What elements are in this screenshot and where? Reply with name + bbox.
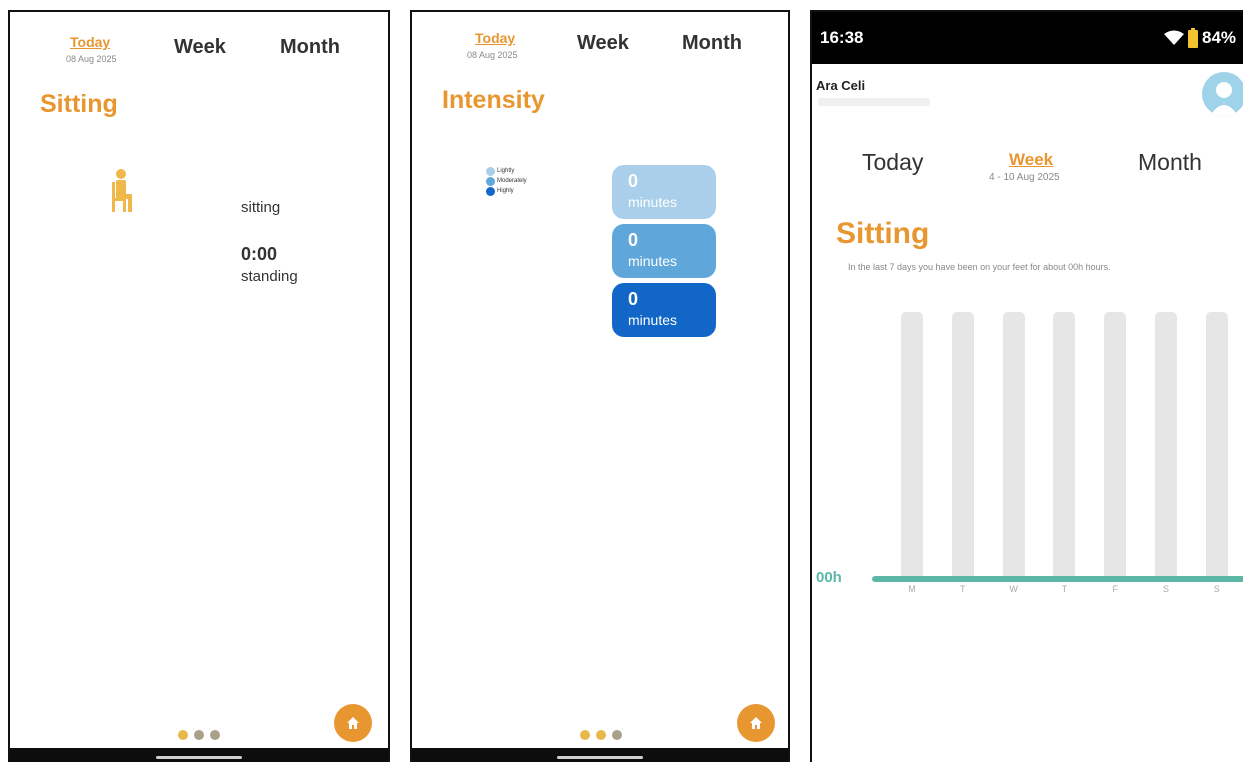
lightly-unit: minutes <box>628 194 678 210</box>
day-tick-label: T <box>960 584 966 594</box>
day-tick-label: F <box>1112 584 1118 594</box>
baseline-label: 00h <box>816 569 842 586</box>
period-tabs: Today 08 Aug 2025 Week Month <box>10 34 388 74</box>
status-time: 16:38 <box>820 28 864 47</box>
period-tabs: Today 08 Aug 2025 Week Month <box>412 30 788 70</box>
home-indicator[interactable] <box>156 756 242 759</box>
tab-month[interactable]: Month <box>1138 149 1202 176</box>
home-button[interactable] <box>737 704 775 742</box>
intensity-today-screen: Today 08 Aug 2025 Week Month Intensity L… <box>410 10 790 762</box>
home-indicator[interactable] <box>557 756 643 759</box>
user-detail-blurred <box>818 98 930 106</box>
bar-track <box>951 312 974 576</box>
page-indicator <box>580 730 622 740</box>
tab-today[interactable]: Today <box>475 30 515 46</box>
day-tick-label: S <box>1162 584 1169 594</box>
user-name: Ara Celi <box>816 78 866 93</box>
page-dot[interactable] <box>596 730 606 740</box>
home-button[interactable] <box>334 704 372 742</box>
highly-unit: minutes <box>628 312 678 328</box>
tab-month[interactable]: Month <box>682 32 742 55</box>
bar-track <box>1205 312 1228 576</box>
moderately-value: 0 <box>628 230 639 250</box>
day-tick-label: T <box>1061 584 1068 594</box>
standing-value: 0:00 <box>241 244 278 264</box>
tab-week[interactable]: Week <box>577 32 629 55</box>
status-bar: 16:38 84% <box>812 12 1243 64</box>
wifi-icon <box>1164 30 1184 45</box>
page-dot[interactable] <box>178 730 188 740</box>
legend-item: Highly <box>486 186 527 196</box>
page-indicator <box>178 730 220 740</box>
avatar[interactable] <box>1202 72 1243 116</box>
legend-item: Moderately <box>486 176 527 186</box>
page-title: Sitting <box>40 90 118 118</box>
baseline-bar <box>872 576 1243 582</box>
page-dot[interactable] <box>580 730 590 740</box>
tab-week[interactable]: Week <box>1009 150 1053 170</box>
page-dot[interactable] <box>194 730 204 740</box>
sitting-person-icon <box>110 168 136 221</box>
home-icon <box>750 717 762 729</box>
system-nav-bar <box>412 748 788 762</box>
page-title: Intensity <box>442 86 545 114</box>
moderately-unit: minutes <box>628 253 678 269</box>
sitting-today-screen: Today 08 Aug 2025 Week Month Sitting sit… <box>8 10 390 762</box>
tab-today[interactable]: Today <box>862 149 923 176</box>
legend-swatch <box>486 166 495 176</box>
bar-track <box>1155 312 1177 576</box>
battery-percent: 84% <box>1202 28 1237 47</box>
day-tick-label: M <box>908 584 916 594</box>
summary-text: In the last 7 days you have been on your… <box>848 262 1111 272</box>
bar-track <box>901 312 923 576</box>
week-range: 4 - 10 Aug 2025 <box>989 172 1060 183</box>
legend-label: Moderately <box>497 178 527 184</box>
intensity-legend: Lightly Moderately Highly <box>486 166 527 196</box>
highly-minutes-card: 0 minutes <box>612 283 716 337</box>
highly-value: 0 <box>628 289 639 309</box>
home-icon <box>347 717 359 729</box>
standing-label: standing <box>241 268 298 285</box>
lightly-value: 0 <box>628 171 639 191</box>
user-avatar-icon <box>1210 82 1238 116</box>
sitting-week-screen: 16:38 84% Ara Celi Today Week 4 - 10 Aug… <box>810 10 1243 762</box>
tab-week[interactable]: Week <box>174 36 226 59</box>
system-nav-bar <box>10 748 388 762</box>
bar-track <box>1002 312 1025 576</box>
bar-track <box>1104 312 1127 576</box>
today-date: 08 Aug 2025 <box>66 54 117 64</box>
bar-track <box>1053 312 1076 576</box>
legend-label: Lightly <box>497 168 515 174</box>
legend-label: Highly <box>497 188 514 194</box>
lightly-minutes-card: 0 minutes <box>612 165 716 219</box>
page-dot[interactable] <box>210 730 220 740</box>
day-tick-label: W <box>1009 584 1018 594</box>
today-date: 08 Aug 2025 <box>467 50 518 60</box>
legend-swatch <box>486 176 495 186</box>
page-dot[interactable] <box>612 730 622 740</box>
sitting-label: sitting <box>241 199 281 216</box>
moderately-minutes-card: 0 minutes <box>612 224 716 278</box>
legend-item: Lightly <box>486 166 527 176</box>
tab-month[interactable]: Month <box>280 36 340 59</box>
legend-swatch <box>486 186 495 196</box>
page-title: Sitting <box>836 217 930 250</box>
day-tick-label: S <box>1213 584 1220 594</box>
tab-today[interactable]: Today <box>70 34 110 50</box>
battery-icon <box>1188 28 1198 48</box>
